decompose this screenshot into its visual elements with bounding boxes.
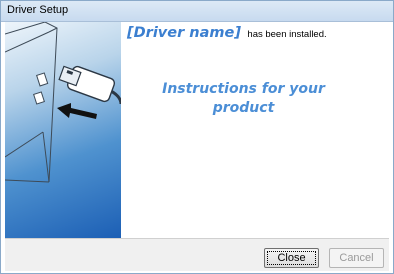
arrow-left-icon xyxy=(57,103,97,119)
usb-cable-icon xyxy=(58,65,121,105)
content-area: [Driver name] has been installed. Instru… xyxy=(121,22,391,238)
focus-rectangle xyxy=(267,251,316,265)
button-bar: Close Cancel xyxy=(5,238,389,271)
close-button[interactable]: Close xyxy=(264,248,319,268)
laptop-icon xyxy=(5,22,58,183)
product-instructions: Instructions for your product xyxy=(151,80,336,118)
install-status-line: [Driver name] has been installed. xyxy=(127,24,327,42)
installed-text: has been installed. xyxy=(247,29,327,40)
instructions-line-2: product xyxy=(212,100,275,116)
window-title: Driver Setup xyxy=(7,4,69,16)
illustration-panel xyxy=(5,22,121,238)
instructions-line-1: Instructions for your xyxy=(162,81,325,97)
cancel-button-label: Cancel xyxy=(339,252,374,264)
title-bar[interactable]: Driver Setup xyxy=(1,1,393,22)
cancel-button[interactable]: Cancel xyxy=(329,248,384,268)
driver-setup-window: Driver Setup [Driver name] has been inst… xyxy=(0,0,394,274)
laptop-usb-illustration xyxy=(5,22,121,183)
driver-name: [Driver name] xyxy=(127,25,241,41)
